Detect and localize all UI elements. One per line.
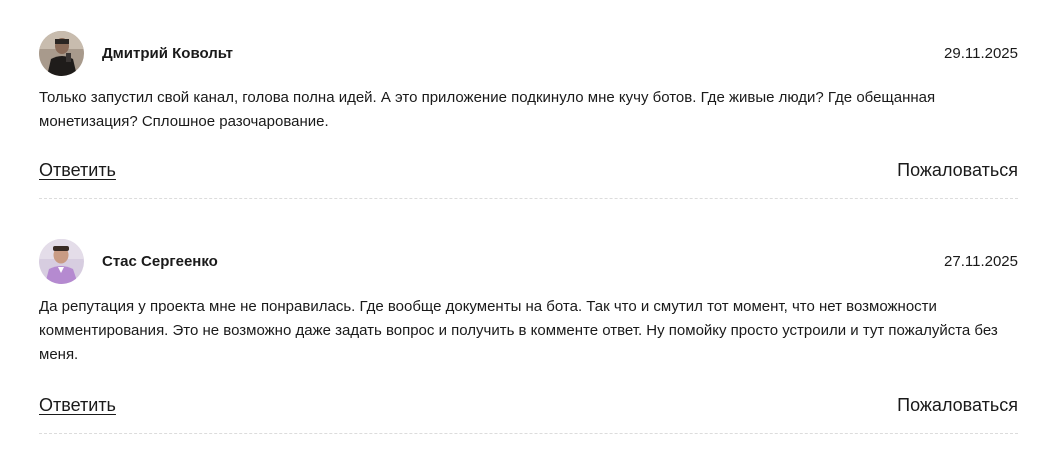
comment-header: Стас Сергеенко 27.11.2025	[39, 238, 1018, 284]
comment-item: Дмитрий Ковольт 29.11.2025 Только запуст…	[39, 30, 1018, 199]
user-avatar-photo-icon	[39, 238, 84, 284]
comment-date: 27.11.2025	[944, 252, 1018, 270]
reply-link[interactable]: Ответить	[39, 160, 116, 181]
comment-item: Стас Сергеенко 27.11.2025 Да репутация у…	[39, 238, 1018, 434]
comment-date: 29.11.2025	[944, 44, 1018, 62]
author-name: Стас Сергеенко	[102, 252, 218, 270]
comment-author: Стас Сергеенко	[39, 238, 218, 284]
report-link[interactable]: Пожаловаться	[897, 160, 1018, 181]
reply-link[interactable]: Ответить	[39, 395, 116, 416]
comment-divider	[39, 198, 1018, 199]
report-link[interactable]: Пожаловаться	[897, 395, 1018, 416]
comment-author: Дмитрий Ковольт	[39, 30, 234, 76]
comment-actions: Ответить Пожаловаться	[39, 395, 1018, 416]
comment-text: Только запустил свой канал, голова полна…	[39, 89, 936, 130]
comment-text: Да репутация у проекта мне не понравилас…	[39, 298, 998, 363]
author-name: Дмитрий Ковольт	[102, 44, 234, 62]
comment-divider	[39, 433, 1018, 434]
user-avatar-photo-icon	[39, 30, 84, 76]
comment-header: Дмитрий Ковольт 29.11.2025	[39, 30, 1018, 76]
comments-list: Дмитрий Ковольт 29.11.2025 Только запуст…	[39, 0, 1018, 434]
comment-actions: Ответить Пожаловаться	[39, 160, 1018, 181]
